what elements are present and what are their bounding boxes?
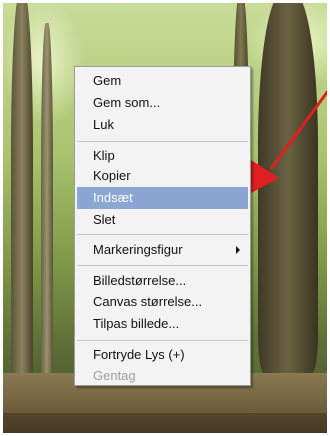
menu-item-tilpas-billede[interactable]: Tilpas billede... <box>77 313 248 335</box>
menu-item-slet[interactable]: Slet <box>77 209 248 231</box>
menu-item-canvas-storrelse[interactable]: Canvas størrelse... <box>77 291 248 313</box>
context-menu: Gem Gem som... Luk Klip Kopier Indsæt Sl… <box>74 66 251 386</box>
menu-item-gem[interactable]: Gem <box>77 70 248 92</box>
menu-separator <box>77 340 248 341</box>
menu-item-label: Markeringsfigur <box>93 242 183 257</box>
menu-separator <box>77 141 248 142</box>
menu-item-luk[interactable]: Luk <box>77 114 248 136</box>
menu-item-kopier[interactable]: Kopier <box>77 165 248 187</box>
menu-item-billedstorrelse[interactable]: Billedstørrelse... <box>77 270 248 292</box>
menu-item-fortryde[interactable]: Fortryde Lys (+) <box>77 344 248 366</box>
menu-item-klip[interactable]: Klip <box>77 145 248 167</box>
menu-item-markeringsfigur[interactable]: Markeringsfigur <box>77 239 248 261</box>
menu-item-gentag: Gentag <box>93 368 136 383</box>
menu-item-indsaet[interactable]: Indsæt <box>77 187 248 209</box>
submenu-arrow-icon <box>236 246 240 254</box>
menu-separator <box>77 265 248 266</box>
menu-separator <box>77 234 248 235</box>
red-arrow-shaft <box>269 90 327 170</box>
menu-item-gem-som[interactable]: Gem som... <box>77 92 248 114</box>
